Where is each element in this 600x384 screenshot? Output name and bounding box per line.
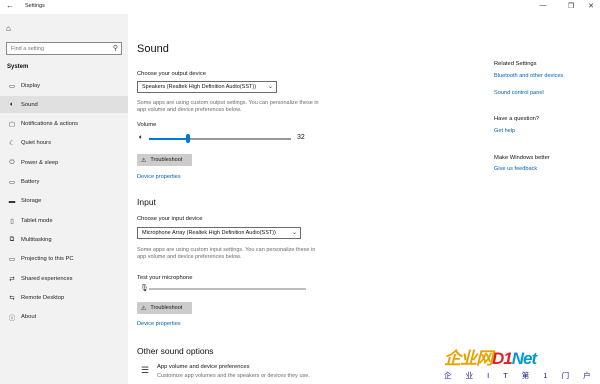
output-description: Some apps are using custom output settin… <box>137 100 319 113</box>
sidebar-item-label: Storage <box>21 198 42 205</box>
speaker-icon[interactable]: 🔈︎ <box>139 134 143 142</box>
watermark-text-b: D1 <box>492 349 513 368</box>
sidebar-item-projecting-to-this-pc[interactable]: ▭ Projecting to this PC <box>0 251 128 268</box>
maximize-button[interactable]: ❐ <box>564 2 578 10</box>
home-icon[interactable]: ⌂ <box>6 24 11 33</box>
app-volume-description: Customize app volumes and the speakers o… <box>157 373 310 379</box>
sidebar-item-quiet-hours[interactable]: ☾ Quiet hours <box>0 135 128 152</box>
power-icon: ⏻ <box>9 158 15 166</box>
sliders-icon: ☰ <box>141 365 150 375</box>
watermark-subtitle: 企 业 I T 第 1 门 户 <box>444 371 597 380</box>
warning-icon: ⚠ <box>141 157 147 164</box>
sidebar-item-label: Notifications & actions <box>21 121 79 128</box>
test-microphone-label: Test your microphone <box>137 275 193 281</box>
sidebar-item-multitasking[interactable]: ⧉ Multitasking <box>0 231 128 248</box>
volume-slider-thumb[interactable] <box>186 134 191 143</box>
remote-desktop-icon: ⇆ <box>9 294 15 302</box>
sidebar-item-power-sleep[interactable]: ⏻ Power & sleep <box>0 154 128 171</box>
sidebar-item-label: Shared experiences <box>21 275 73 282</box>
get-help-link[interactable]: Get help <box>494 128 515 134</box>
input-troubleshoot-button[interactable]: ⚠ Troubleshoot <box>137 302 192 314</box>
main-content: Sound Choose your output device Speakers… <box>128 14 600 384</box>
sidebar-item-storage[interactable]: ▬ Storage <box>0 193 128 210</box>
search-icon[interactable]: ⚲ <box>113 44 118 52</box>
watermark-logo: 企业网D1Net 企 业 I T 第 1 门 户 <box>436 340 600 384</box>
search-box[interactable]: ⚲ <box>6 42 122 55</box>
bluetooth-link[interactable]: Bluetooth and other devices <box>494 73 563 79</box>
output-device-select[interactable]: Speakers (Realtek High Definition Audio(… <box>137 81 277 93</box>
volume-value: 32 <box>297 134 305 141</box>
troubleshoot-label: Troubleshoot <box>150 305 183 311</box>
give-feedback-link[interactable]: Give us feedback <box>494 166 537 172</box>
sidebar-item-label: Battery <box>21 179 40 185</box>
related-settings-heading: Related Settings <box>494 61 537 67</box>
app-volume-title[interactable]: App volume and device preferences <box>157 364 249 370</box>
watermark-text-a: 企业网 <box>444 349 493 368</box>
other-sound-options-heading: Other sound options <box>137 346 214 356</box>
title-bar: ← Settings — ❐ ✕ <box>0 0 600 14</box>
display-icon: ▭ <box>8 82 16 90</box>
output-device-value: Speakers (Realtek High Definition Audio(… <box>142 84 257 90</box>
sidebar-item-about[interactable]: ⓘ About <box>0 309 128 326</box>
sound-control-panel-link[interactable]: Sound control panel <box>494 90 544 96</box>
back-arrow-icon[interactable]: ← <box>6 1 14 10</box>
microphone-icon: 🎙︎ <box>140 285 149 292</box>
window-title: Settings <box>25 3 45 9</box>
chevron-down-icon: ⌄ <box>267 84 273 90</box>
volume-slider-fill <box>149 138 187 140</box>
input-device-value: Microphone Array (Realtek High Definitio… <box>142 230 276 236</box>
storage-icon: ▬ <box>8 197 16 205</box>
notifications-icon: ▢ <box>8 121 16 129</box>
sidebar-item-label: Display <box>21 82 41 89</box>
watermark-main: 企业网D1Net <box>444 344 537 369</box>
sidebar-item-display[interactable]: ▭ Display <box>0 77 128 94</box>
sidebar-item-label: Power & sleep <box>21 159 59 166</box>
sidebar-item-label: Remote Desktop <box>21 294 65 301</box>
sidebar-item-label: Multitasking <box>21 236 52 243</box>
sidebar-item-notifications-actions[interactable]: ▢ Notifications & actions <box>0 116 128 133</box>
section-label: System <box>7 64 29 70</box>
sidebar-item-label: About <box>21 314 37 321</box>
projecting-icon: ▭ <box>8 256 16 264</box>
input-device-select[interactable]: Microphone Array (Realtek High Definitio… <box>137 227 301 239</box>
shared-icon: ⇄ <box>9 275 15 283</box>
chevron-down-icon: ⌄ <box>291 230 297 236</box>
sidebar-item-label: Tablet mode <box>21 217 53 224</box>
battery-icon: ▭ <box>8 179 16 186</box>
multitasking-icon: ⧉ <box>9 235 15 243</box>
sidebar-item-label: Projecting to this PC <box>21 256 74 263</box>
volume-label: Volume <box>137 122 157 128</box>
sidebar-item-battery[interactable]: ▭ Battery <box>0 174 128 191</box>
input-device-label: Choose your input device <box>137 216 203 222</box>
minimize-button[interactable]: — <box>536 2 550 9</box>
info-icon: ⓘ <box>8 315 16 323</box>
input-description: Some apps are using custom input setting… <box>137 247 316 260</box>
output-troubleshoot-button[interactable]: ⚠ Troubleshoot <box>137 154 192 166</box>
output-device-properties-link[interactable]: Device properties <box>137 174 181 180</box>
watermark-text-c: Net <box>511 349 537 368</box>
sidebar-item-label: Sound <box>21 101 38 108</box>
page-title: Sound <box>137 43 169 55</box>
microphone-level-bar <box>149 288 306 290</box>
moon-icon: ☾ <box>9 140 15 148</box>
troubleshoot-label: Troubleshoot <box>150 157 183 163</box>
speaker-icon: 🔈︎ <box>10 100 14 108</box>
sidebar-item-label: Quiet hours <box>21 140 51 147</box>
sidebar-item-tablet-mode[interactable]: ▯ Tablet mode <box>0 212 128 229</box>
feedback-heading: Make Windows better <box>494 155 550 161</box>
sidebar: ⌂ ⚲ System ▭ Display 🔈︎ Sound ▢ Notifications… <box>0 14 128 384</box>
tablet-icon: ▯ <box>10 217 14 225</box>
input-device-properties-link[interactable]: Device properties <box>137 321 181 327</box>
sidebar-item-sound[interactable]: 🔈︎ Sound <box>0 96 128 114</box>
sidebar-item-shared-experiences[interactable]: ⇄ Shared experiences <box>0 270 128 287</box>
warning-icon: ⚠ <box>141 305 147 312</box>
close-button[interactable]: ✕ <box>584 2 598 10</box>
question-heading: Have a question? <box>494 116 540 122</box>
output-device-label: Choose your output device <box>137 71 206 77</box>
input-heading: Input <box>137 197 156 207</box>
search-input[interactable] <box>7 43 107 54</box>
sidebar-item-remote-desktop[interactable]: ⇆ Remote Desktop <box>0 289 128 306</box>
